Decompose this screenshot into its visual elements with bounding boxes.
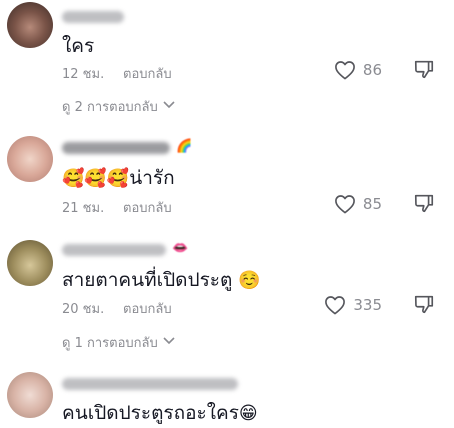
- avatar[interactable]: [7, 372, 53, 418]
- like-button[interactable]: 85: [334, 194, 382, 214]
- reply-button[interactable]: ตอบกลับ: [123, 298, 172, 319]
- comment-text-body: สายตาคนที่เปิดประตู: [62, 269, 233, 291]
- dislike-button[interactable]: [413, 293, 435, 319]
- username-emoji: 🌈: [176, 139, 193, 154]
- dislike-button[interactable]: [413, 192, 435, 218]
- chevron-down-icon: [162, 99, 176, 114]
- smiling-face-emoji: ☺️: [238, 270, 261, 291]
- heart-outline-icon: [334, 194, 356, 214]
- comment-text: คนเปิดประตูรถอะใคร😁: [62, 401, 258, 426]
- heart-outline-icon: [334, 60, 356, 80]
- username-blurred[interactable]: [62, 11, 124, 23]
- like-count: 335: [353, 296, 382, 314]
- comment-text: ใคร: [62, 35, 95, 57]
- like-count: 86: [362, 61, 382, 79]
- reply-button[interactable]: ตอบกลับ: [123, 63, 172, 84]
- chevron-down-icon: [162, 335, 176, 350]
- comment-text: 🥰🥰🥰น่ารัก: [62, 166, 175, 191]
- view-replies-button[interactable]: ดู 1 การตอบกลับ: [62, 332, 176, 353]
- comment-time: 21 ชม.: [62, 201, 105, 216]
- like-button[interactable]: 86: [334, 60, 382, 80]
- username-emoji: 👄: [172, 241, 189, 256]
- comment-time: 12 ชม.: [62, 67, 105, 82]
- comment-time: 20 ชม.: [62, 302, 105, 317]
- avatar[interactable]: [7, 2, 53, 48]
- like-count: 85: [362, 195, 382, 213]
- view-replies-label: ดู 2 การตอบกลับ: [62, 100, 158, 115]
- thumbs-down-icon: [413, 60, 435, 84]
- avatar[interactable]: [7, 136, 53, 182]
- view-replies-button[interactable]: ดู 2 การตอบกลับ: [62, 96, 176, 117]
- view-replies-label: ดู 1 การตอบกลับ: [62, 336, 158, 351]
- like-button[interactable]: 335: [324, 295, 382, 315]
- comment-text: สายตาคนที่เปิดประตู ☺️: [62, 268, 261, 293]
- comment-text-body: คนเปิดประตูรถอะใคร: [62, 402, 239, 424]
- heart-outline-icon: [324, 295, 346, 315]
- thumbs-down-icon: [413, 194, 435, 218]
- username-blurred[interactable]: [62, 142, 170, 154]
- comment-text-body: น่ารัก: [129, 167, 175, 189]
- avatar[interactable]: [7, 240, 53, 286]
- username-blurred[interactable]: [62, 244, 166, 256]
- reply-button[interactable]: ตอบกลับ: [123, 197, 172, 218]
- username-blurred[interactable]: [62, 378, 238, 390]
- dislike-button[interactable]: [413, 58, 435, 84]
- thumbs-down-icon: [413, 295, 435, 319]
- smiling-face-with-hearts-emoji: 🥰🥰🥰: [62, 168, 130, 189]
- grinning-face-emoji: 😁: [238, 403, 258, 424]
